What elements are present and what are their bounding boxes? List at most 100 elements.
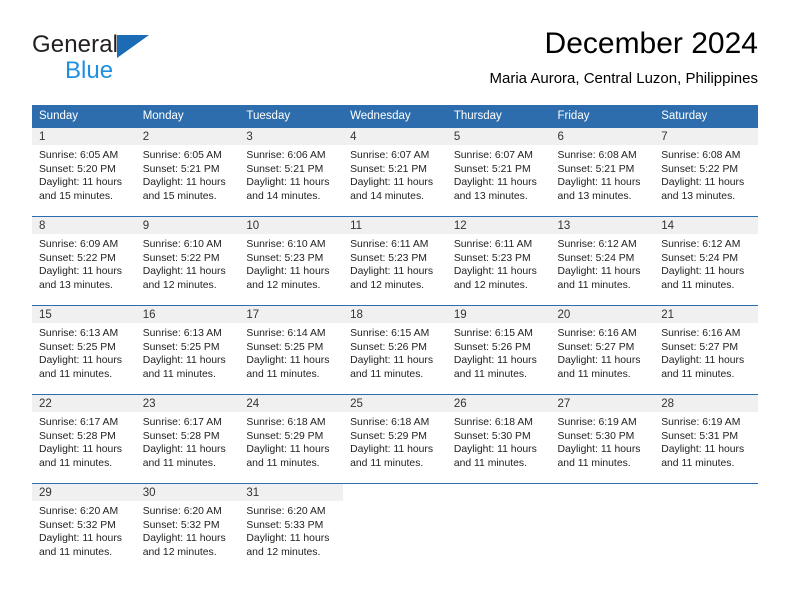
day-number: 14 — [654, 217, 758, 234]
sunrise-text: Sunrise: 6:12 AM — [661, 239, 741, 250]
calendar-day-cell[interactable]: 8 Sunrise: 6:09 AM Sunset: 5:22 PM Daylight… — [32, 216, 136, 306]
day-details: Sunrise: 6:11 AM Sunset: 5:23 PM Daylight:… — [343, 234, 447, 292]
day-details — [343, 501, 447, 505]
sunset-text: Sunset: 5:23 PM — [453, 252, 531, 264]
calendar-day-cell-empty — [550, 483, 655, 573]
calendar-day-cell[interactable]: 28 Sunrise: 6:19 AM Sunset: 5:31 PM Dayligh… — [654, 394, 758, 484]
calendar-day-cell[interactable]: 21 Sunrise: 6:16 AM Sunset: 5:27 PM Dayligh… — [654, 305, 758, 395]
daylight-text-line2: and 12 minutes. — [453, 279, 528, 291]
calendar-day-cell[interactable]: 10 Sunrise: 6:10 AM Sunset: 5:23 PM Dayligh… — [239, 216, 344, 306]
sunset-text: Sunset: 5:21 PM — [350, 163, 427, 175]
calendar-day-cell[interactable]: 14 Sunrise: 6:12 AM Sunset: 5:24 PM Dayligh… — [654, 216, 758, 306]
day-number: 26 — [446, 395, 551, 412]
sunset-text: Sunset: 5:29 PM — [246, 430, 324, 442]
calendar-week-row: 1 Sunrise: 6:05 AM Sunset: 5:20 PM Daylight… — [32, 127, 758, 217]
calendar-day-cell[interactable]: 17 Sunrise: 6:14 AM Sunset: 5:25 PM Dayligh… — [239, 305, 344, 395]
page-subtitle: Maria Aurora, Central Luzon, Philippines — [489, 70, 758, 87]
day-number — [446, 484, 551, 501]
calendar-page: General Blue December 2024 Maria Aurora,… — [0, 0, 792, 612]
calendar-day-cell[interactable]: 23 Sunrise: 6:17 AM Sunset: 5:28 PM Dayligh… — [135, 394, 240, 484]
day-number: 23 — [135, 395, 240, 412]
day-number: 11 — [343, 217, 447, 234]
calendar-day-cell[interactable]: 15 Sunrise: 6:13 AM Sunset: 5:25 PM Dayligh… — [32, 305, 136, 395]
calendar-day-cell[interactable]: 30 Sunrise: 6:20 AM Sunset: 5:32 PM Dayligh… — [135, 483, 240, 573]
weekday-header-wednesday: Wednesday — [343, 105, 447, 128]
sunset-text: Sunset: 5:26 PM — [350, 341, 427, 353]
daylight-text-line2: and 11 minutes. — [661, 279, 735, 291]
calendar-day-cell[interactable]: 6 Sunrise: 6:08 AM Sunset: 5:21 PM Daylight… — [550, 127, 655, 217]
daylight-text-line1: Daylight: 11 hours — [557, 266, 641, 278]
day-number: 30 — [135, 484, 240, 501]
day-details: Sunrise: 6:10 AM Sunset: 5:23 PM Daylight:… — [239, 234, 343, 292]
sunset-text: Sunset: 5:25 PM — [39, 341, 116, 353]
daylight-text-line2: and 11 minutes. — [557, 368, 631, 380]
daylight-text-line1: Daylight: 11 hours — [142, 355, 226, 367]
day-details: Sunrise: 6:12 AM Sunset: 5:24 PM Daylight:… — [551, 234, 655, 292]
day-number: 2 — [135, 128, 240, 145]
calendar-day-cell[interactable]: 31 Sunrise: 6:20 AM Sunset: 5:33 PM Dayligh… — [239, 483, 344, 573]
day-number: 28 — [654, 395, 758, 412]
calendar-day-cell[interactable]: 2 Sunrise: 6:05 AM Sunset: 5:21 PM Daylight… — [135, 127, 240, 217]
calendar-day-cell[interactable]: 22 Sunrise: 6:17 AM Sunset: 5:28 PM Dayligh… — [32, 394, 136, 484]
daylight-text-line2: and 11 minutes. — [142, 457, 216, 469]
day-details: Sunrise: 6:15 AM Sunset: 5:26 PM Daylight:… — [343, 323, 447, 381]
calendar-day-cell[interactable]: 16 Sunrise: 6:13 AM Sunset: 5:25 PM Dayligh… — [135, 305, 240, 395]
calendar-day-cell[interactable]: 27 Sunrise: 6:19 AM Sunset: 5:30 PM Dayligh… — [550, 394, 655, 484]
sunset-text: Sunset: 5:21 PM — [142, 163, 220, 175]
generalblue-logo[interactable]: General Blue — [32, 32, 272, 90]
calendar-day-cell[interactable]: 3 Sunrise: 6:06 AM Sunset: 5:21 PM Daylight… — [239, 127, 344, 217]
daylight-text-line2: and 11 minutes. — [246, 457, 320, 469]
day-details: Sunrise: 6:11 AM Sunset: 5:23 PM Daylight:… — [447, 234, 551, 292]
calendar-day-cell[interactable]: 18 Sunrise: 6:15 AM Sunset: 5:26 PM Dayligh… — [343, 305, 447, 395]
calendar-day-cell[interactable]: 19 Sunrise: 6:15 AM Sunset: 5:26 PM Dayligh… — [446, 305, 551, 395]
sunset-text: Sunset: 5:20 PM — [39, 163, 116, 175]
day-details: Sunrise: 6:13 AM Sunset: 5:25 PM Daylight:… — [32, 323, 136, 381]
weekday-header-friday: Friday — [550, 105, 655, 128]
sunrise-text: Sunrise: 6:08 AM — [557, 150, 637, 161]
day-number: 9 — [135, 217, 240, 234]
daylight-text-line1: Daylight: 11 hours — [453, 177, 537, 189]
sunset-text: Sunset: 5:22 PM — [142, 252, 220, 264]
day-number: 5 — [446, 128, 551, 145]
day-number: 24 — [239, 395, 344, 412]
daylight-text-line1: Daylight: 11 hours — [246, 266, 330, 278]
day-details: Sunrise: 6:07 AM Sunset: 5:21 PM Daylight:… — [447, 145, 551, 203]
calendar-day-cell[interactable]: 1 Sunrise: 6:05 AM Sunset: 5:20 PM Daylight… — [32, 127, 136, 217]
day-details: Sunrise: 6:16 AM Sunset: 5:27 PM Daylight:… — [551, 323, 655, 381]
calendar-day-cell[interactable]: 7 Sunrise: 6:08 AM Sunset: 5:22 PM Daylight… — [654, 127, 758, 217]
day-details: Sunrise: 6:10 AM Sunset: 5:22 PM Daylight:… — [136, 234, 240, 292]
daylight-text-line2: and 11 minutes. — [661, 457, 735, 469]
sunrise-text: Sunrise: 6:17 AM — [39, 417, 119, 428]
day-details — [447, 501, 551, 505]
day-number: 3 — [239, 128, 344, 145]
daylight-text-line2: and 12 minutes. — [350, 279, 425, 291]
daylight-text-line2: and 11 minutes. — [39, 546, 113, 558]
calendar-day-cell[interactable]: 9 Sunrise: 6:10 AM Sunset: 5:22 PM Daylight… — [135, 216, 240, 306]
daylight-text-line1: Daylight: 11 hours — [142, 533, 226, 545]
daylight-text-line2: and 11 minutes. — [557, 279, 631, 291]
calendar-day-cell[interactable]: 11 Sunrise: 6:11 AM Sunset: 5:23 PM Dayligh… — [343, 216, 447, 306]
calendar-week-row: 8 Sunrise: 6:09 AM Sunset: 5:22 PM Daylight… — [32, 216, 758, 306]
sunrise-text: Sunrise: 6:14 AM — [246, 328, 326, 339]
day-details: Sunrise: 6:15 AM Sunset: 5:26 PM Daylight:… — [447, 323, 551, 381]
calendar-day-cell[interactable]: 5 Sunrise: 6:07 AM Sunset: 5:21 PM Daylight… — [446, 127, 551, 217]
sunrise-text: Sunrise: 6:11 AM — [350, 239, 429, 250]
sunrise-text: Sunrise: 6:11 AM — [453, 239, 533, 250]
sunrise-text: Sunrise: 6:17 AM — [142, 417, 222, 428]
day-details — [654, 501, 758, 505]
calendar-day-cell[interactable]: 4 Sunrise: 6:07 AM Sunset: 5:21 PM Daylight… — [343, 127, 447, 217]
daylight-text-line1: Daylight: 11 hours — [142, 177, 226, 189]
day-details: Sunrise: 6:14 AM Sunset: 5:25 PM Daylight:… — [239, 323, 343, 381]
sunset-text: Sunset: 5:26 PM — [453, 341, 531, 353]
daylight-text-line1: Daylight: 11 hours — [350, 177, 434, 189]
calendar-day-cell[interactable]: 26 Sunrise: 6:18 AM Sunset: 5:30 PM Dayligh… — [446, 394, 551, 484]
sunrise-text: Sunrise: 6:18 AM — [453, 417, 533, 428]
weekday-header-sunday: Sunday — [32, 105, 136, 128]
calendar-day-cell[interactable]: 24 Sunrise: 6:18 AM Sunset: 5:29 PM Dayligh… — [239, 394, 344, 484]
calendar-day-cell[interactable]: 20 Sunrise: 6:16 AM Sunset: 5:27 PM Dayligh… — [550, 305, 655, 395]
calendar-day-cell[interactable]: 25 Sunrise: 6:18 AM Sunset: 5:29 PM Dayligh… — [343, 394, 447, 484]
calendar-grid: Sunday Monday Tuesday Wednesday Thursday… — [32, 105, 758, 573]
calendar-day-cell[interactable]: 29 Sunrise: 6:20 AM Sunset: 5:32 PM Dayligh… — [32, 483, 136, 573]
calendar-day-cell[interactable]: 12 Sunrise: 6:11 AM Sunset: 5:23 PM Dayligh… — [446, 216, 551, 306]
calendar-day-cell[interactable]: 13 Sunrise: 6:12 AM Sunset: 5:24 PM Dayligh… — [550, 216, 655, 306]
